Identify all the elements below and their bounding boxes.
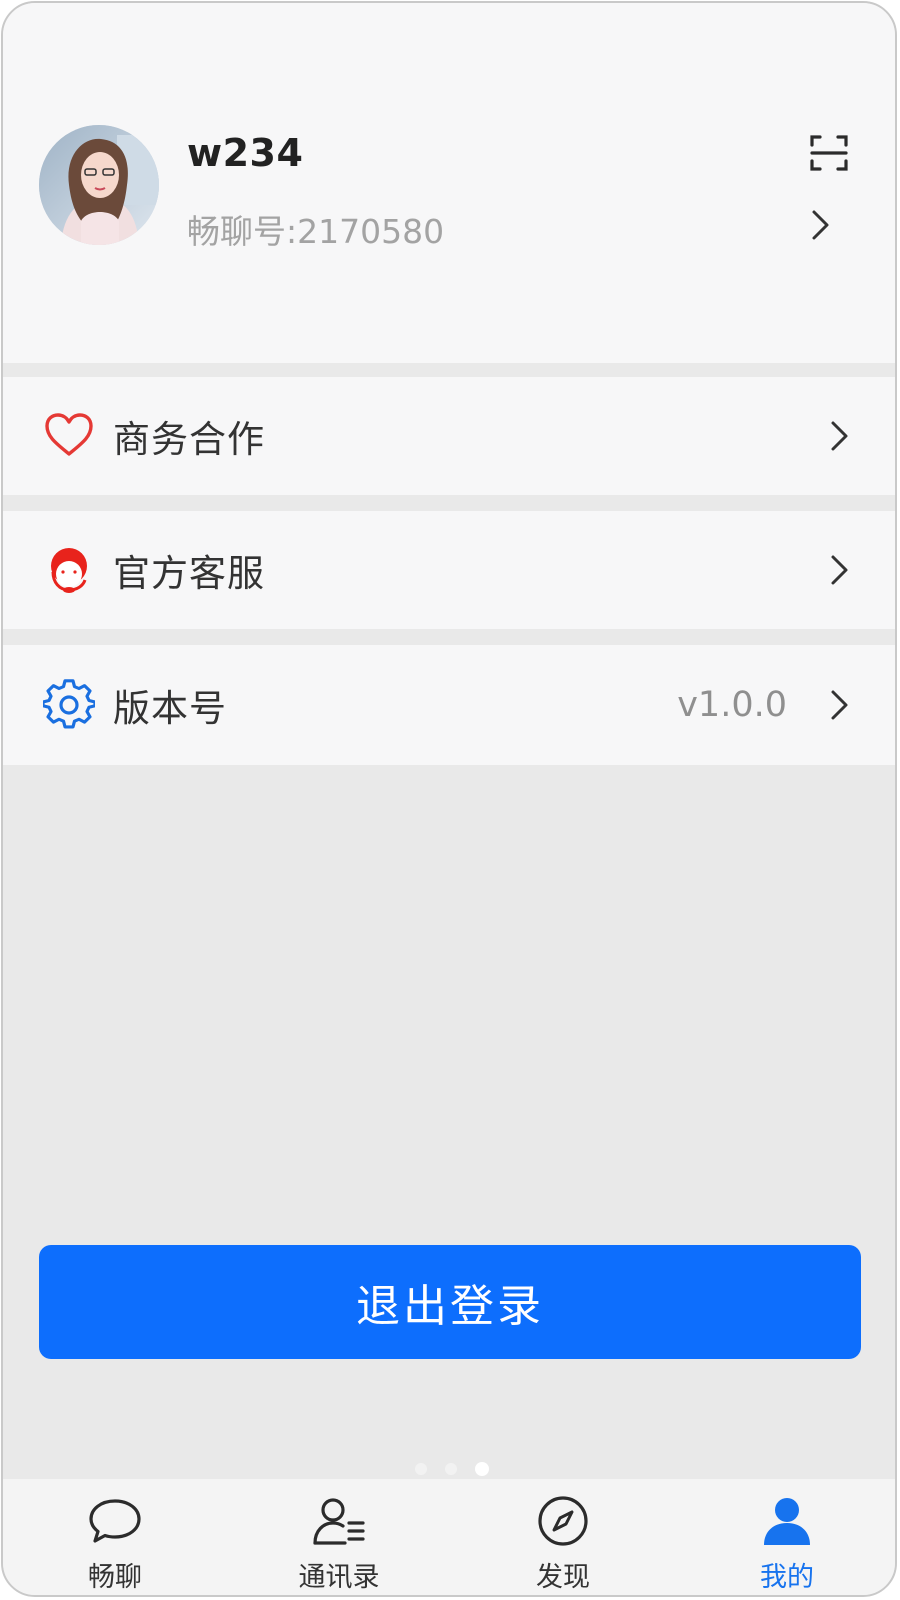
tab-label: 发现	[536, 1562, 590, 1593]
menu-item-version[interactable]: 版本号 v1.0.0	[3, 645, 895, 765]
menu-label: 商务合作	[113, 418, 265, 461]
tab-discover[interactable]: 发现	[483, 1479, 643, 1595]
menu-item-business[interactable]: 商务合作	[3, 377, 895, 495]
menu-label: 官方客服	[113, 552, 265, 595]
chevron-right-icon	[831, 690, 848, 720]
profile-header[interactable]: w234 畅聊号:2170580	[3, 3, 895, 363]
version-value: v1.0.0	[677, 685, 787, 725]
menu-label: 版本号	[113, 687, 227, 730]
avatar-photo	[39, 125, 159, 245]
logout-button[interactable]: 退出登录	[39, 1245, 861, 1359]
avatar[interactable]	[39, 125, 159, 245]
contacts-icon	[313, 1498, 365, 1545]
compass-icon	[538, 1496, 588, 1546]
page-dot	[415, 1463, 427, 1475]
chevron-right-icon[interactable]	[809, 207, 833, 243]
chevron-right-icon	[831, 555, 848, 585]
scan-icon[interactable]	[809, 133, 849, 173]
menu-item-customer-service[interactable]: 官方客服	[3, 511, 895, 629]
bottom-tab-bar: 畅聊 通讯录 发现 我的	[3, 1479, 895, 1595]
heart-icon	[45, 413, 93, 456]
chevron-right-icon	[831, 421, 848, 451]
tab-label: 畅聊	[88, 1562, 142, 1593]
person-icon	[764, 1498, 810, 1545]
user-id: 畅聊号:2170580	[187, 212, 445, 251]
tab-label: 通讯录	[298, 1562, 380, 1593]
gear-icon	[43, 679, 95, 729]
tab-chat[interactable]: 畅聊	[35, 1479, 195, 1595]
chat-bubble-icon	[89, 1499, 141, 1543]
tab-label: 我的	[760, 1562, 814, 1593]
tab-contacts[interactable]: 通讯录	[259, 1479, 419, 1595]
page-dot-active	[475, 1462, 489, 1476]
phone-frame: w234 畅聊号:2170580 商务合作 官方客服 版本号 v1.0.0 退出…	[1, 1, 897, 1597]
page-indicator	[3, 1462, 895, 1477]
customer-service-icon	[51, 548, 87, 593]
username: w234	[187, 131, 304, 175]
tab-me[interactable]: 我的	[707, 1479, 867, 1595]
page-dot	[445, 1463, 457, 1475]
